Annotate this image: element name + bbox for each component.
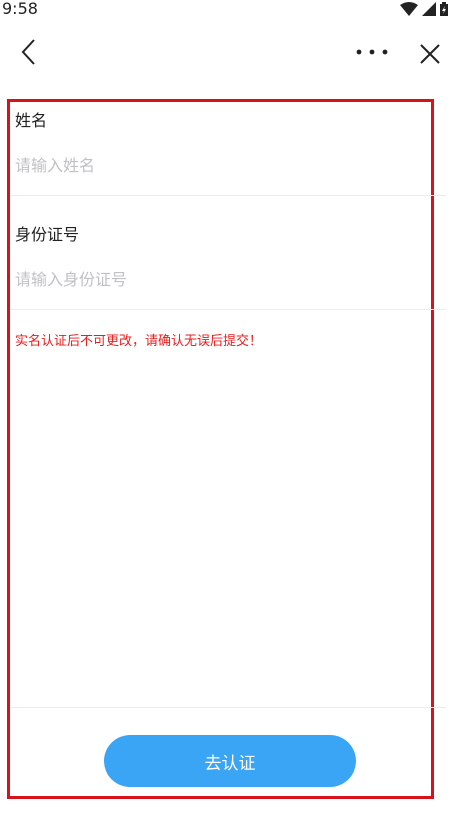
id-number-label: 身份证号 xyxy=(15,225,80,244)
more-dots-icon xyxy=(356,49,388,55)
divider xyxy=(10,195,446,196)
submit-verification-button[interactable]: 去认证 xyxy=(104,735,356,787)
status-time: 9:58 xyxy=(2,0,38,18)
chevron-left-icon xyxy=(21,39,35,65)
name-input[interactable] xyxy=(15,152,415,178)
signal-icon xyxy=(422,2,436,16)
verification-form: 姓名 身份证号 实名认证后不可更改，请确认无误后提交！ 去认证 xyxy=(7,99,446,799)
status-icons xyxy=(400,2,448,16)
id-number-input[interactable] xyxy=(15,266,415,292)
battery-icon xyxy=(440,2,448,16)
divider xyxy=(10,309,446,310)
notice-text: 实名认证后不可更改，请确认无误后提交！ xyxy=(15,334,263,349)
back-button[interactable] xyxy=(14,36,46,68)
close-button[interactable] xyxy=(414,38,446,70)
wifi-icon xyxy=(400,2,418,16)
footer-divider xyxy=(10,707,446,708)
nav-bar xyxy=(0,28,458,76)
more-button[interactable] xyxy=(352,42,392,62)
name-label: 姓名 xyxy=(15,111,48,130)
status-bar: 9:58 xyxy=(0,0,458,20)
close-icon xyxy=(420,44,440,64)
